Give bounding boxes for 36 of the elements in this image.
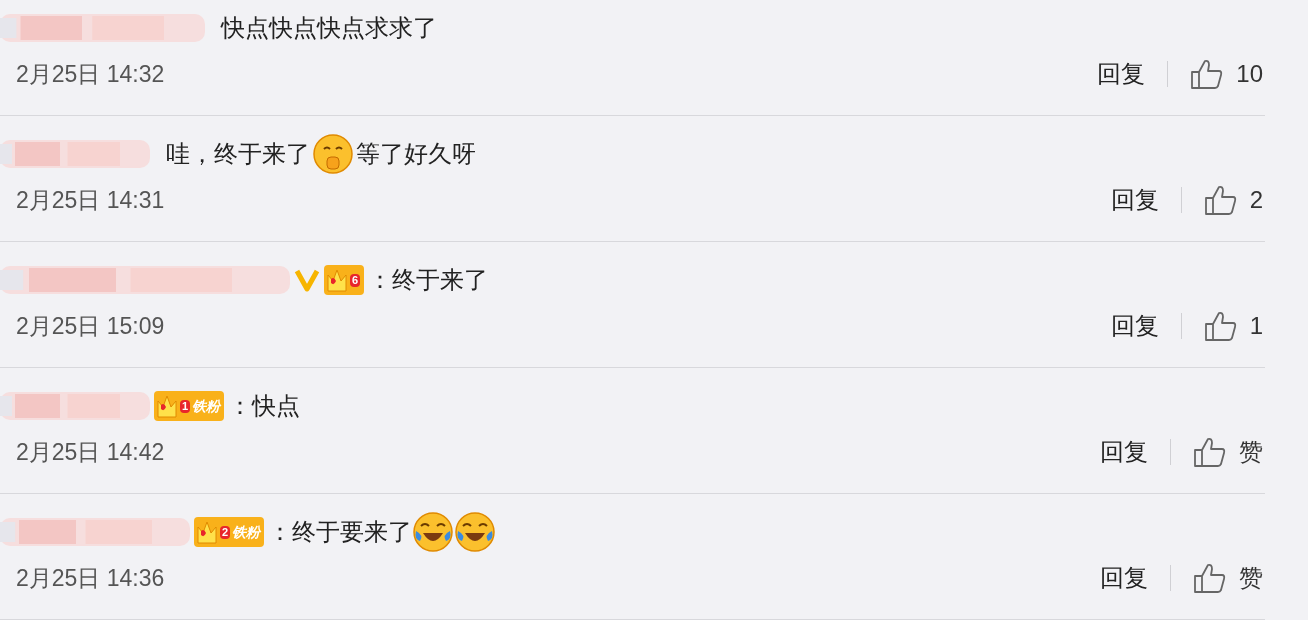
fan-badge: 1 铁粉 [154,391,225,421]
comment-time: 2月25日 14:32 [16,59,165,89]
reply-button[interactable]: 回复 [1100,434,1148,470]
comment-time: 2月25日 14:31 [16,185,165,215]
fan-badge: 6 [324,265,365,295]
comment-text: 哇，终于来了 [166,139,310,169]
thumbs-up-icon [1193,436,1227,468]
comment-text: ：终于来了 [368,265,489,295]
comment-time: 2月25日 14:36 [16,563,165,593]
like-button[interactable]: 10 [1190,56,1263,92]
comment-time: 2月25日 14:42 [16,437,165,467]
emoji-icon [454,511,497,553]
thumbs-up-icon [1203,184,1238,216]
comment-text: 快点快点快点求求了 [221,13,437,43]
comment-time: 2月25日 15:09 [16,311,165,341]
verified-icon [294,267,320,293]
emoji-icon [312,133,354,175]
like-button[interactable]: 2 [1203,182,1263,218]
emoji-icon [412,511,455,553]
reply-button[interactable]: 回复 [1100,560,1148,596]
like-button[interactable]: 赞 [1193,560,1263,596]
fan-badge: 2 铁粉 [194,517,265,547]
like-button[interactable]: 1 [1203,308,1263,344]
comment-text: ：终于要来了 [268,517,413,547]
crown-icon [196,519,218,545]
comment-text: ：快点 [228,391,301,421]
crown-icon [156,393,178,419]
thumbs-up-icon [1203,310,1238,342]
like-button[interactable]: 赞 [1193,434,1263,470]
thumbs-up-icon [1193,562,1227,594]
thumbs-up-icon [1190,58,1225,90]
reply-button[interactable]: 回复 [1110,182,1159,218]
crown-icon [326,267,348,293]
comment-text: 等了好久呀 [356,139,476,169]
reply-button[interactable]: 回复 [1110,308,1159,344]
reply-button[interactable]: 回复 [1097,56,1146,92]
